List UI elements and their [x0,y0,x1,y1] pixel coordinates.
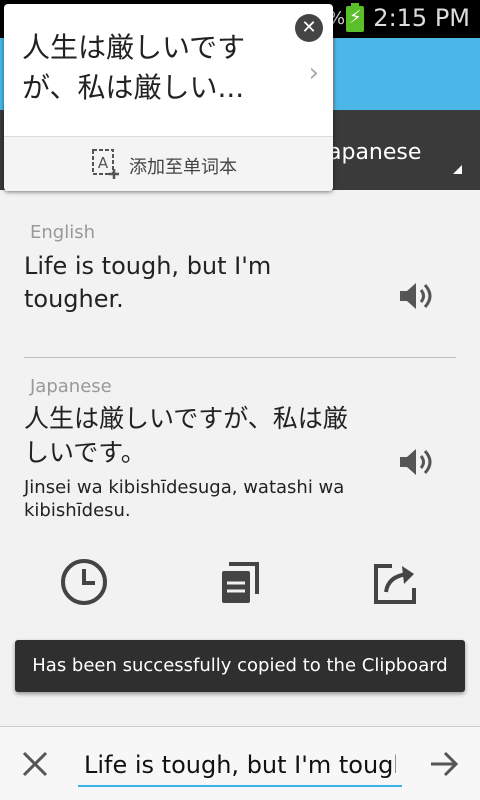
target-language-select[interactable]: apanese [320,136,462,176]
close-icon[interactable]: ✕ [295,14,323,42]
share-icon[interactable] [370,556,422,608]
add-to-wordbook-button[interactable]: A 添加至单词本 [4,137,333,191]
source-input[interactable] [78,745,402,787]
section-divider [24,357,456,358]
history-icon[interactable] [58,556,110,608]
speaker-icon[interactable] [398,446,434,478]
clipboard-toast: Has been successfully copied to the Clip… [15,640,465,692]
add-to-wordbook-label: 添加至单词本 [129,157,237,178]
translated-text[interactable]: 人生は厳しいですが、私は厳しいです。 [24,402,369,470]
popup-translation-text[interactable]: 人生は厳しいですが、私は厳しい... [22,28,292,108]
speaker-icon[interactable] [398,280,434,312]
romanization-text: Jinsei wa kibishīdesuga, watashi wa kibi… [24,477,345,521]
target-language-label: apanese [328,140,422,165]
target-language-heading: Japanese [30,376,112,397]
clear-icon[interactable] [20,749,50,779]
translation-popup[interactable]: 人生は厳しいですが、私は厳しい... › ✕ A 添加至单词本 [4,4,333,191]
source-language-label: English [30,222,95,243]
svg-text:A: A [98,154,109,172]
dropdown-caret-icon [453,165,462,174]
status-time: 2:15 PM [373,4,470,32]
source-text[interactable]: Life is tough, but I'm tougher. [24,250,374,316]
copy-icon[interactable] [214,556,266,608]
translate-arrow-icon[interactable] [428,749,460,779]
add-word-icon: A [92,149,119,179]
input-bar [0,726,480,800]
battery-charging-icon: ⚡ [346,3,364,32]
chevron-right-icon[interactable]: › [309,58,319,88]
